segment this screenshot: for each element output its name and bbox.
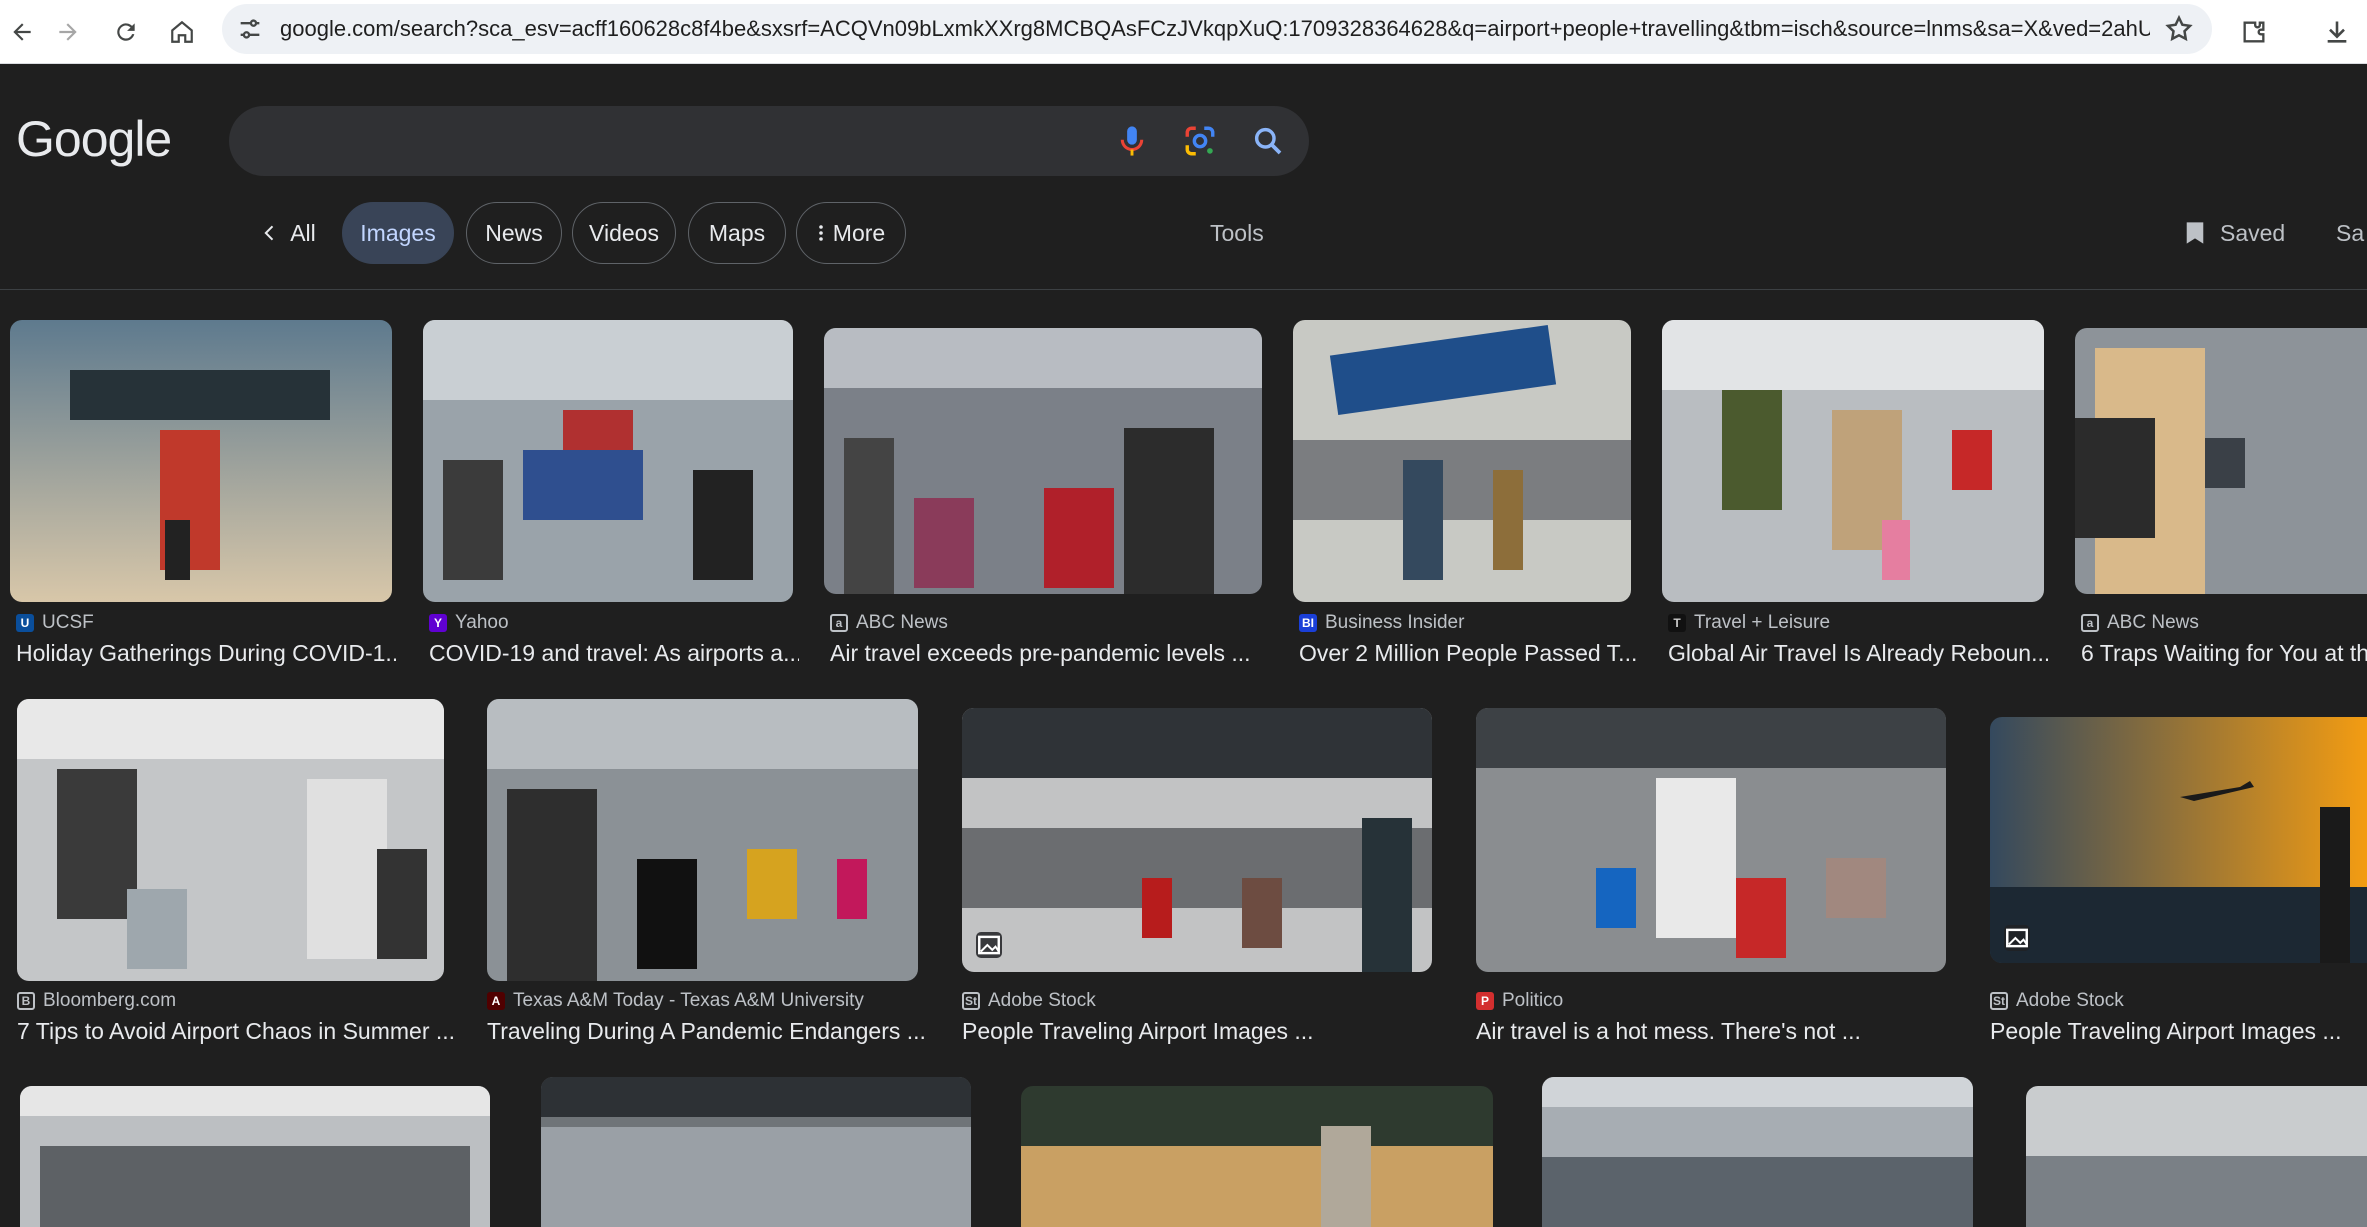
yahoo-favicon-icon: Y [429,614,447,632]
browser-toolbar: google.com/search?sca_esv=acff160628c8f4… [0,0,2367,64]
bloomberg-favicon-icon: B [17,992,35,1010]
site-info-icon[interactable] [236,15,264,43]
result-source: UCSF [42,612,94,633]
image-badge-icon [2004,925,2030,951]
google-lens-icon [1185,126,1215,156]
google-logo[interactable]: Google [16,110,172,168]
result-thumbnail[interactable] [962,708,1432,972]
result-thumbnail[interactable] [10,320,392,602]
result-title[interactable]: Global Air Travel Is Already Reboun... [1668,640,2048,667]
adobe-stock-favicon-icon: St [962,992,980,1010]
politico-favicon-icon: P [1476,992,1494,1010]
result-thumbnail[interactable] [541,1077,971,1227]
result-title[interactable]: 7 Tips to Avoid Airport Chaos in Summer … [17,1018,457,1045]
search-input[interactable] [229,106,1309,176]
reload-icon [117,23,135,41]
search-button[interactable] [1249,122,1287,160]
tab-all[interactable]: All [238,202,338,264]
result-thumbnail[interactable] [1293,320,1631,602]
result-thumbnail[interactable] [1476,708,1946,972]
result-thumbnail[interactable] [423,320,793,602]
business-insider-favicon-icon: BI [1299,614,1317,632]
result-source: Yahoo [455,612,509,633]
saved-label: Saved [2220,219,2286,246]
result-title[interactable]: People Traveling Airport Images ... [1990,1018,2367,1045]
search-tabs: All Images News Videos Maps More Tools S… [0,202,2367,266]
abc-news-favicon-icon: a [2081,614,2099,632]
result-source: Bloomberg.com [43,990,177,1011]
forward-button[interactable] [46,10,90,54]
back-button[interactable] [0,10,44,54]
tab-news[interactable]: News [466,202,562,264]
tab-maps-label: Maps [708,219,766,246]
safesearch-label: Sa [2336,219,2365,246]
more-vert-icon [818,225,823,241]
download-icon [2327,21,2347,43]
result-title[interactable]: Over 2 Million People Passed T... [1299,640,1639,667]
tab-videos[interactable]: Videos [572,202,676,264]
lens-search-button[interactable] [1181,122,1219,160]
safesearch-button[interactable]: Sa [2336,202,2364,264]
result-title[interactable]: Air travel exceeds pre-pandemic levels .… [830,640,1270,667]
result-source: Adobe Stock [2016,990,2124,1011]
result-thumbnail[interactable] [17,699,444,981]
abc-news-favicon-icon: a [830,614,848,632]
extensions-button[interactable] [2232,10,2276,54]
address-bar[interactable]: google.com/search?sca_esv=acff160628c8f4… [222,4,2212,54]
result-thumbnail[interactable] [824,328,1262,594]
result-title[interactable]: Air travel is a hot mess. There's not ..… [1476,1018,1936,1045]
tab-images-label: Images [360,219,436,246]
back-arrow-icon [13,23,31,41]
tab-images[interactable]: Images [342,202,454,264]
tab-more-label: More [832,219,886,246]
tab-all-label: All [290,219,316,246]
result-thumbnail[interactable] [487,699,918,981]
result-source: Travel + Leisure [1694,612,1831,633]
adobe-stock-favicon-icon: St [1990,992,2008,1010]
result-source: Texas A&M Today - Texas A&M University [513,990,864,1011]
tab-videos-label: Videos [589,219,659,246]
result-source: Adobe Stock [988,990,1096,1011]
reload-button[interactable] [104,10,148,54]
bookmark-star-icon[interactable] [2164,14,2194,44]
result-source: Business Insider [1325,612,1465,633]
result-title[interactable]: 6 Traps Waiting for You at th [2081,640,2367,667]
header-divider [0,289,2367,290]
ucsf-favicon-icon: U [16,614,34,632]
texas-am-favicon-icon: A [487,992,505,1010]
result-thumbnail[interactable] [1021,1086,1493,1227]
image-badge-icon [976,932,1002,958]
travel-leisure-favicon-icon: T [1668,614,1686,632]
result-thumbnail[interactable] [1542,1077,1973,1227]
tab-news-label: News [485,219,543,246]
tab-more[interactable]: More [796,202,906,264]
home-icon [171,20,193,43]
result-source: Politico [1502,990,1564,1011]
result-title[interactable]: Holiday Gatherings During COVID-1... [16,640,396,667]
result-thumbnail[interactable] [2026,1086,2367,1227]
search-icon [1254,127,1282,155]
url-text[interactable]: google.com/search?sca_esv=acff160628c8f4… [280,4,2150,54]
result-title[interactable]: Traveling During A Pandemic Endangers ..… [487,1018,927,1045]
forward-arrow-icon [59,23,77,41]
result-thumbnail[interactable] [1990,717,2367,963]
result-thumbnail[interactable] [1662,320,2044,602]
downloads-button[interactable] [2315,10,2359,54]
tools-button[interactable]: Tools [1210,202,1264,264]
tab-maps[interactable]: Maps [688,202,786,264]
saved-button[interactable]: Saved [2184,202,2285,264]
result-source: ABC News [856,612,948,633]
result-title[interactable]: People Traveling Airport Images ... [962,1018,1422,1045]
puzzle-icon [2243,21,2265,43]
microphone-icon [1120,126,1144,156]
result-title[interactable]: COVID-19 and travel: As airports a... [429,640,799,667]
bookmark-icon [2186,222,2204,244]
result-thumbnail[interactable] [20,1086,490,1227]
chevron-left-icon [264,225,274,241]
result-source: ABC News [2107,612,2199,633]
voice-search-button[interactable] [1113,122,1151,160]
home-button[interactable] [160,10,204,54]
result-thumbnail[interactable] [2075,328,2367,594]
